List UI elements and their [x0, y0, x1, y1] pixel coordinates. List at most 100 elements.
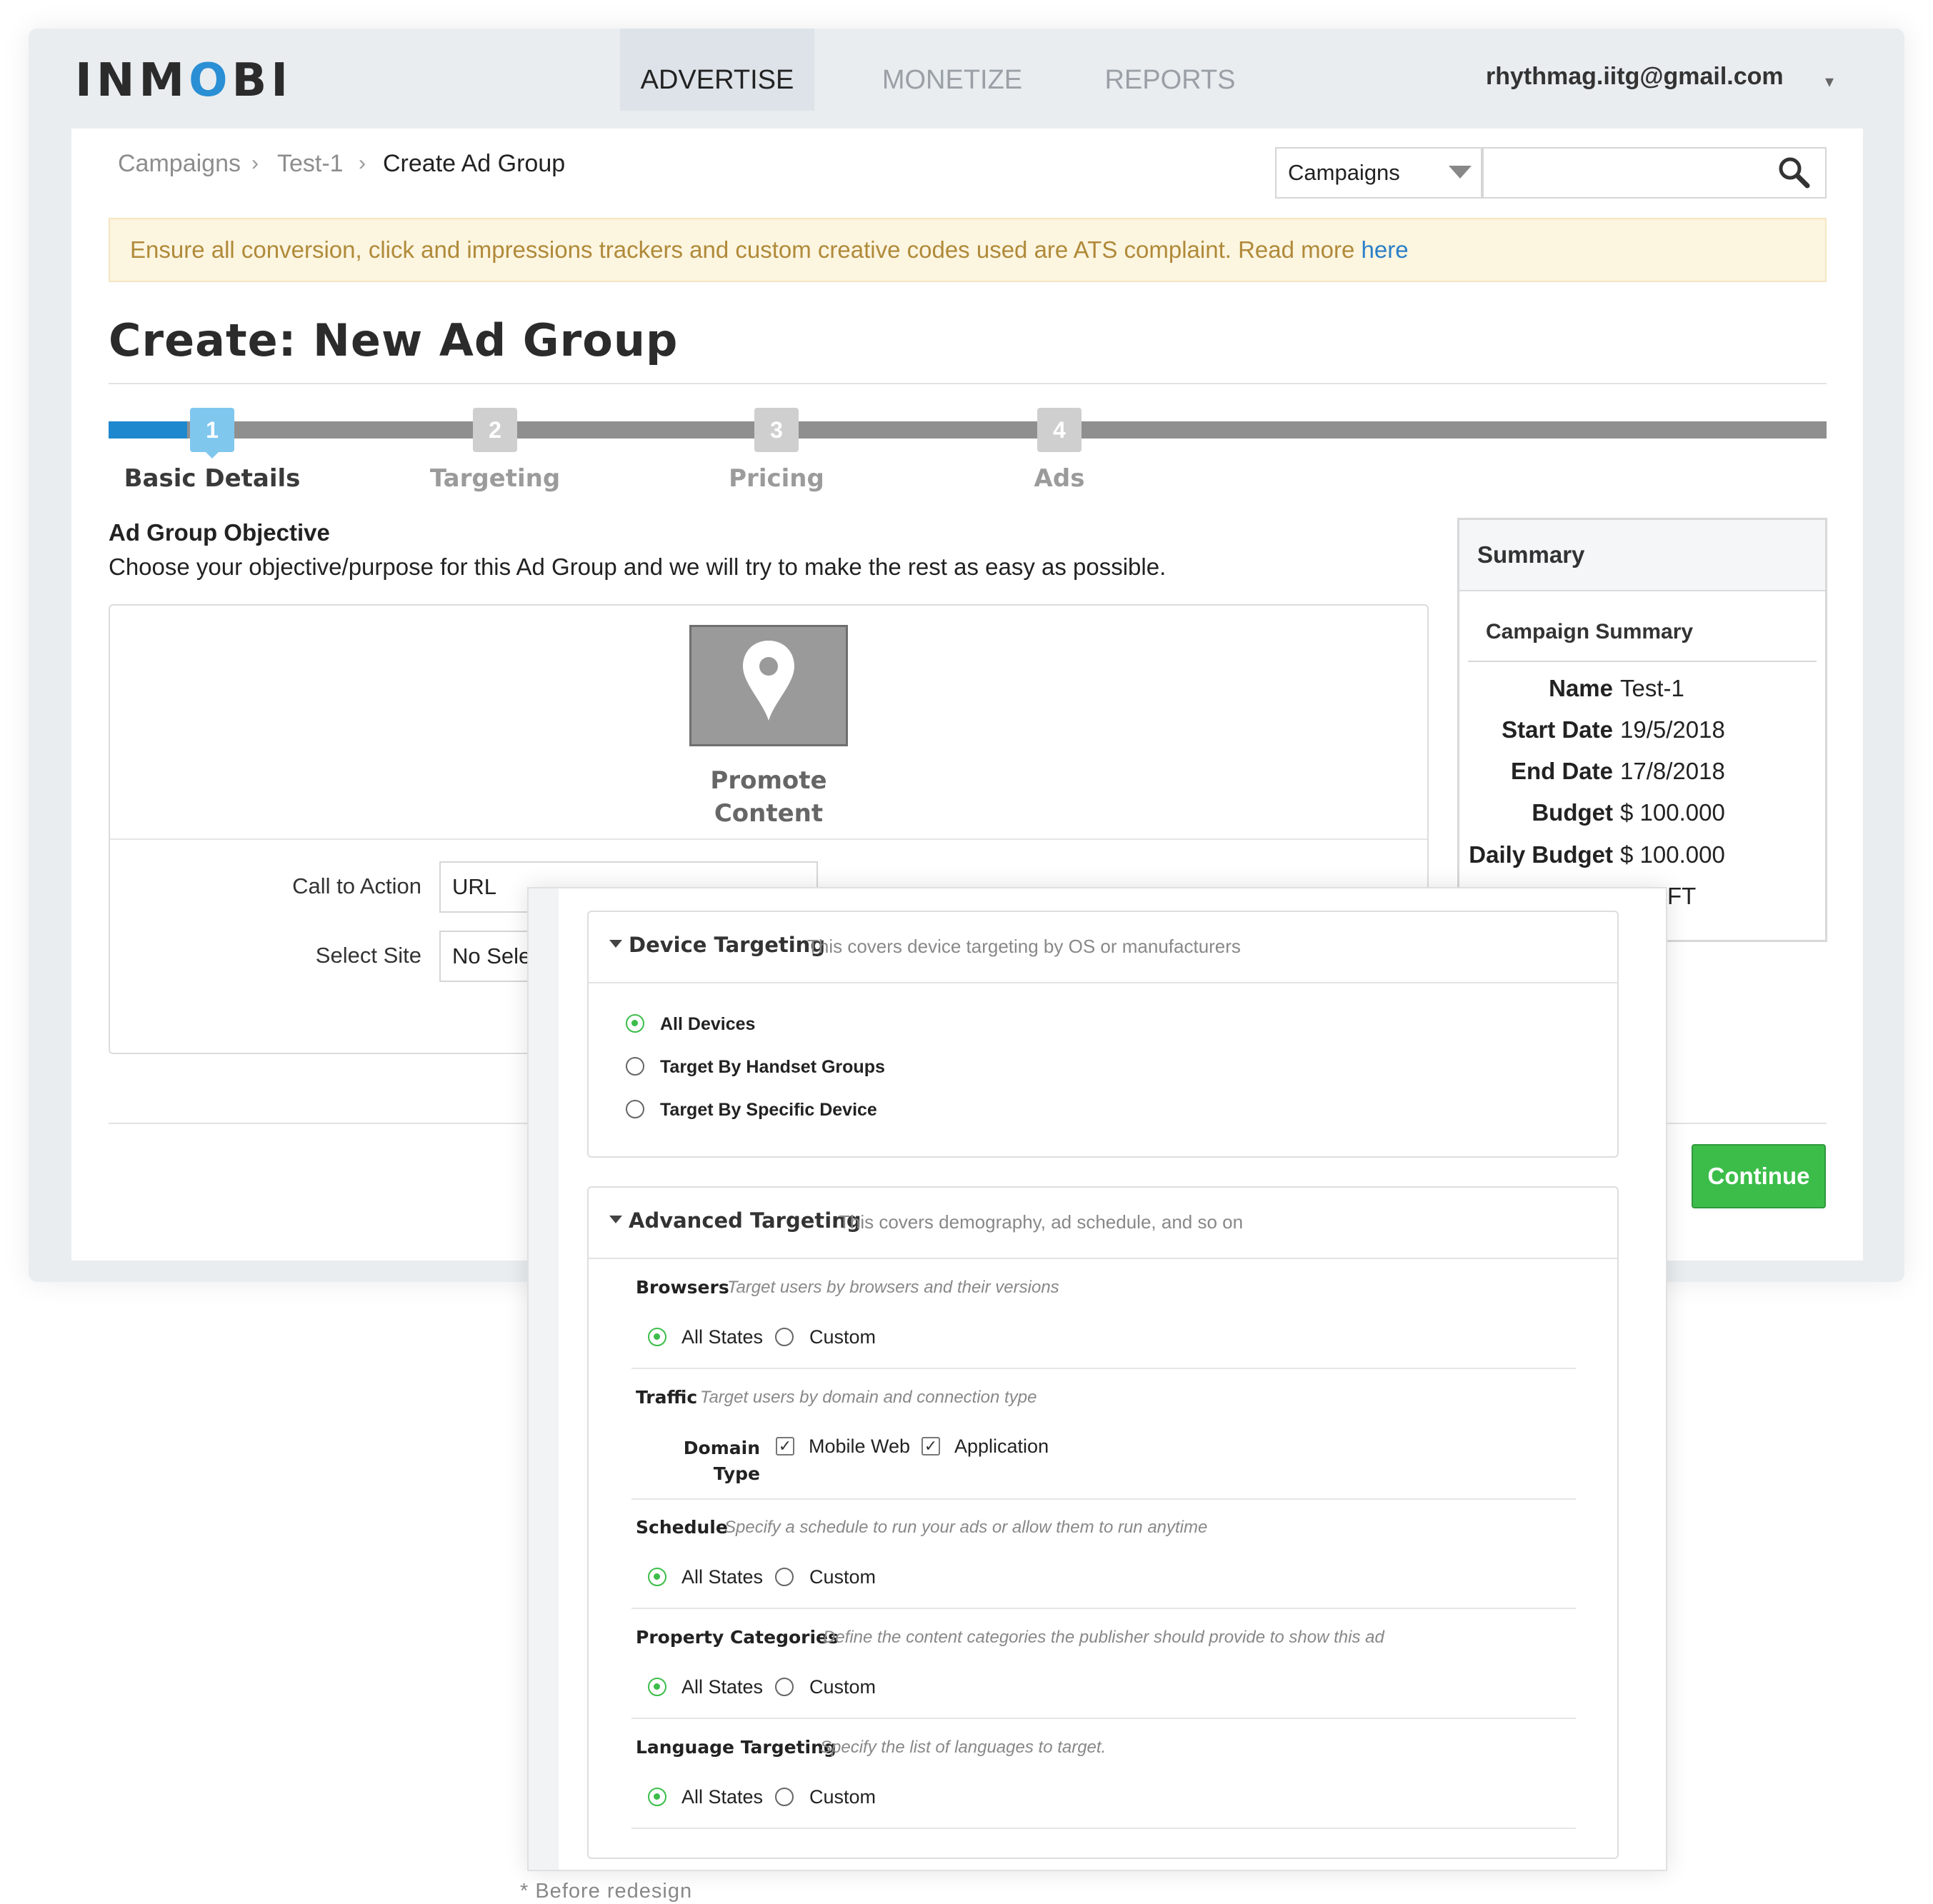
objective-heading: Ad Group Objective [109, 519, 330, 546]
progress-fill [109, 421, 187, 439]
search-icon[interactable] [1777, 156, 1810, 189]
browsers-description: Target users by browsers and their versi… [727, 1278, 1059, 1297]
overlay-side-strip [529, 888, 559, 1870]
breadcrumb-separator-icon: › [359, 151, 366, 175]
step-1-marker[interactable]: 1 [190, 408, 234, 452]
divider [109, 383, 1827, 384]
tab-advertise[interactable]: ADVERTISE [620, 29, 814, 111]
step-label-basic-details[interactable]: Basic Details [105, 464, 319, 493]
summary-value-budget: $ 100.000 [1620, 799, 1725, 826]
checkbox-application[interactable]: ✓ [921, 1437, 940, 1455]
breadcrumb-test-1[interactable]: Test-1 [277, 150, 344, 178]
option-label[interactable]: Target By Handset Groups [660, 1057, 885, 1078]
option-label[interactable]: Custom [809, 1786, 876, 1808]
step-label-pricing[interactable]: Pricing [669, 464, 884, 493]
divider [631, 1498, 1576, 1500]
campaign-summary-title: Campaign Summary [1486, 620, 1694, 643]
radio-language-custom[interactable] [775, 1788, 794, 1806]
step-label-targeting[interactable]: Targeting [388, 464, 602, 493]
device-targeting-description: This covers device targeting by OS or ma… [807, 936, 1241, 957]
divider [631, 1718, 1576, 1719]
caret-down-icon[interactable] [609, 940, 622, 948]
option-label[interactable]: All States [681, 1326, 763, 1348]
property-categories-title: Property Categories [636, 1627, 839, 1648]
device-targeting-title[interactable]: Device Targeting [629, 933, 825, 957]
radio-browsers-all-states[interactable] [648, 1328, 666, 1346]
label-line: Type [713, 1463, 760, 1484]
option-label[interactable]: Mobile Web [809, 1435, 910, 1458]
footnote: * Before redesign [520, 1880, 693, 1903]
promote-label-line: Promote [710, 766, 827, 795]
label-line: Domain [683, 1438, 760, 1458]
step-pointer-icon [204, 450, 221, 459]
option-label[interactable]: All Devices [660, 1014, 755, 1035]
schedule-description: Specify a schedule to run your ads or al… [724, 1518, 1208, 1537]
radio-specific-device[interactable] [626, 1100, 644, 1118]
option-label[interactable]: Target By Specific Device [660, 1100, 877, 1121]
summary-value-end-date: 17/8/2018 [1620, 758, 1725, 784]
option-label[interactable]: All States [681, 1676, 763, 1698]
divider [589, 982, 1617, 983]
step-label-ads[interactable]: Ads [952, 464, 1167, 493]
advanced-targeting-description: This covers demography, ad schedule, and… [839, 1211, 1244, 1233]
chevron-down-icon[interactable] [1449, 166, 1472, 179]
language-targeting-title: Language Targeting [636, 1737, 836, 1758]
tab-reports[interactable]: REPORTS [1100, 29, 1240, 111]
summary-value-daily-budget: $ 100.000 [1620, 841, 1725, 868]
traffic-title: Traffic [636, 1387, 698, 1408]
radio-schedule-custom[interactable] [775, 1568, 794, 1586]
radio-property-all-states[interactable] [648, 1678, 666, 1696]
step-4-marker[interactable]: 4 [1037, 408, 1082, 452]
divider [631, 1608, 1576, 1609]
advanced-targeting-title[interactable]: Advanced Targeting [629, 1208, 861, 1233]
progress-track [109, 421, 1827, 439]
call-to-action-label: Call to Action [292, 873, 421, 898]
option-label[interactable]: Custom [809, 1326, 876, 1348]
objective-description: Choose your objective/purpose for this A… [109, 553, 1167, 580]
summary-value-start-date: 19/5/2018 [1620, 716, 1725, 743]
summary-value-name: Test-1 [1620, 675, 1684, 701]
user-email[interactable]: rhythmag.iitg@gmail.com [1486, 63, 1784, 91]
language-targeting-description: Specify the list of languages to target. [820, 1738, 1107, 1757]
ats-notice: Ensure all conversion, click and impress… [109, 218, 1827, 282]
option-label[interactable]: Application [954, 1435, 1049, 1458]
summary-key-daily-budget: Daily Budget [1469, 841, 1613, 868]
radio-language-all-states[interactable] [648, 1788, 666, 1806]
caret-down-icon[interactable] [609, 1216, 622, 1223]
summary-key-budget: Budget [1532, 799, 1613, 826]
radio-schedule-all-states[interactable] [648, 1568, 666, 1586]
step-3-marker[interactable]: 3 [754, 408, 799, 452]
promote-label-line: Content [714, 799, 824, 828]
option-label[interactable]: All States [681, 1786, 763, 1808]
divider [1468, 661, 1817, 662]
continue-button[interactable]: Continue [1692, 1144, 1826, 1208]
breadcrumb-current: Create Ad Group [383, 150, 566, 177]
radio-handset-groups[interactable] [626, 1057, 644, 1076]
option-label[interactable]: Custom [809, 1676, 876, 1698]
breadcrumb-campaigns[interactable]: Campaigns [118, 150, 241, 178]
map-pin-icon [743, 641, 794, 721]
search-input[interactable] [1482, 147, 1827, 199]
summary-key-start-date: Start Date [1502, 716, 1613, 743]
inmobi-logo[interactable]: INMOBI [75, 56, 292, 106]
radio-all-devices[interactable] [626, 1014, 644, 1033]
page-title: Create: New Ad Group [109, 314, 679, 366]
checkbox-mobile-web[interactable]: ✓ [776, 1437, 794, 1455]
summary-key-name: Name [1549, 675, 1613, 701]
divider [631, 1368, 1576, 1369]
divider [110, 838, 1427, 840]
radio-property-custom[interactable] [775, 1678, 794, 1696]
summary-title: Summary [1477, 541, 1585, 568]
chevron-down-icon[interactable]: ▾ [1825, 71, 1834, 92]
step-2-marker[interactable]: 2 [473, 408, 517, 452]
property-categories-description: Define the content categories the publis… [823, 1628, 1384, 1647]
promote-content-label[interactable]: Promote Content [679, 764, 859, 830]
tab-monetize[interactable]: MONETIZE [870, 29, 1034, 111]
option-label[interactable]: Custom [809, 1566, 876, 1588]
radio-browsers-custom[interactable] [775, 1328, 794, 1346]
summary-key-end-date: End Date [1510, 758, 1613, 784]
select-site-label: Select Site [315, 943, 421, 968]
option-label[interactable]: All States [681, 1566, 763, 1588]
notice-link[interactable]: here [1362, 236, 1409, 263]
notice-text: Ensure all conversion, click and impress… [130, 236, 1362, 263]
